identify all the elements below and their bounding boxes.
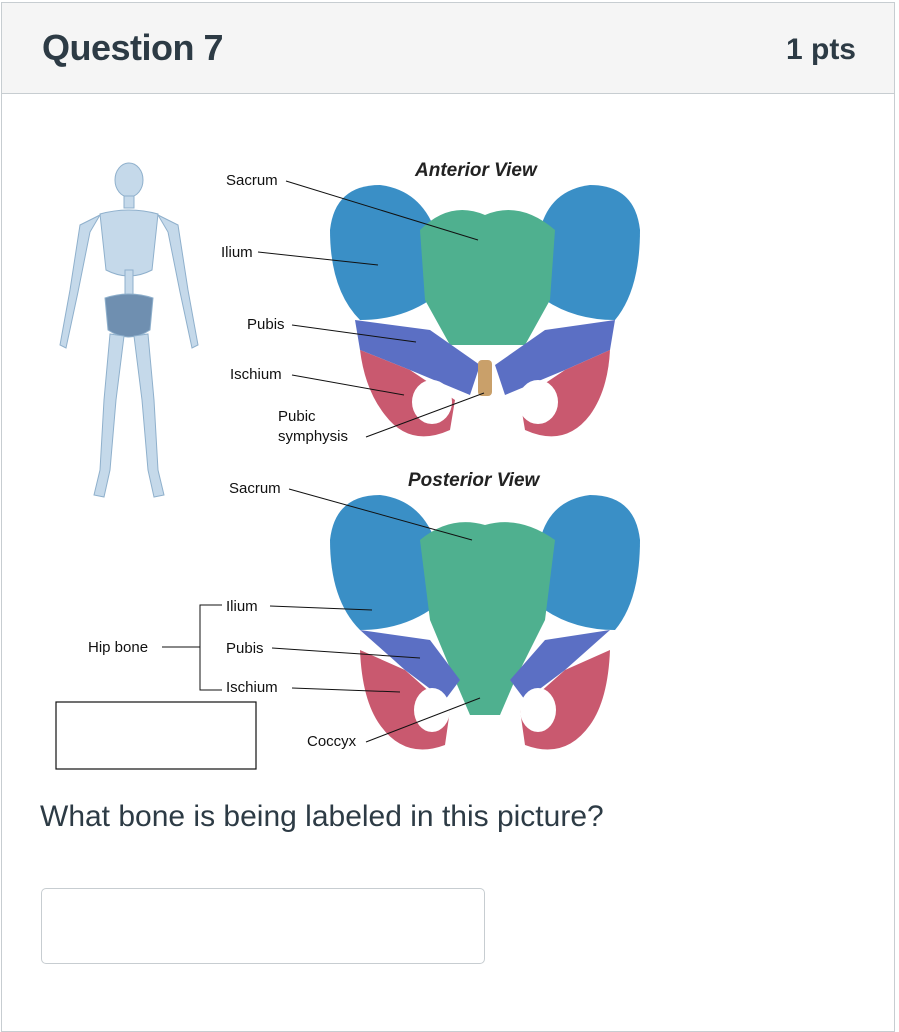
question-prompt: What bone is being labeled in this pictu… bbox=[40, 800, 604, 833]
answer-input[interactable] bbox=[41, 888, 485, 964]
label-posterior-ischium: Ischium bbox=[226, 679, 278, 696]
label-hip-bone: Hip bone bbox=[88, 639, 148, 656]
skeleton-image bbox=[59, 162, 199, 498]
label-posterior-ilium: Ilium bbox=[226, 598, 258, 615]
posterior-pelvis bbox=[330, 495, 640, 750]
label-anterior-sacrum: Sacrum bbox=[226, 172, 278, 189]
label-anterior-pubic: Pubic bbox=[278, 408, 316, 425]
pelvis-figure: Anterior View Posterior View Sacrum Iliu… bbox=[55, 160, 640, 770]
label-posterior-pubis: Pubis bbox=[226, 640, 264, 657]
label-anterior-symphysis: symphysis bbox=[278, 428, 348, 445]
posterior-view-title: Posterior View bbox=[408, 470, 541, 491]
label-anterior-ilium: Ilium bbox=[221, 244, 253, 261]
label-anterior-pubis: Pubis bbox=[247, 316, 285, 333]
blank-label-box bbox=[55, 701, 257, 770]
hip-bone-bracket bbox=[199, 604, 222, 691]
label-anterior-ischium: Ischium bbox=[230, 366, 282, 383]
label-posterior-sacrum: Sacrum bbox=[229, 480, 281, 497]
anterior-pelvis bbox=[330, 185, 640, 437]
anterior-view-title: Anterior View bbox=[414, 160, 538, 181]
label-posterior-coccyx: Coccyx bbox=[307, 733, 357, 750]
